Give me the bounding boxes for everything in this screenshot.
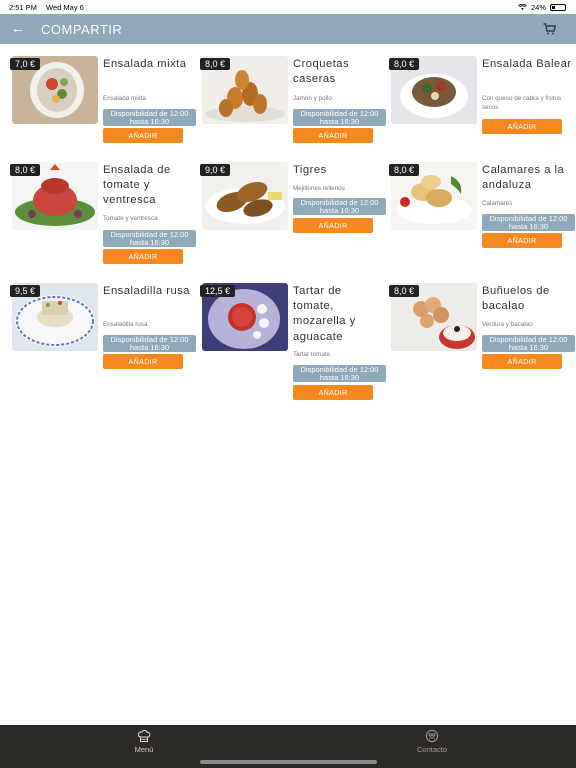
app-header: ← COMPARTIR — [0, 14, 576, 44]
product-description: Calamares — [482, 200, 513, 207]
price-badge: 8,0 € — [200, 58, 231, 70]
add-button[interactable]: AÑADIR — [482, 233, 562, 248]
price-badge: 8,0 € — [389, 164, 420, 176]
status-bar: 2:51 PM Wed May 6 24% — [0, 0, 576, 14]
tab-menu[interactable]: Menú — [104, 729, 184, 754]
add-button[interactable]: AÑADIR — [103, 249, 183, 264]
product-description: Verdura y bacalao — [482, 321, 533, 328]
wifi-icon — [518, 4, 527, 11]
product-description: Mejillones rellenos — [293, 185, 345, 192]
product-description: Tomate y ventresca — [103, 215, 158, 222]
add-button[interactable]: AÑADIR — [482, 119, 562, 134]
status-date: Wed May 6 — [46, 3, 84, 12]
add-button[interactable]: AÑADIR — [103, 128, 183, 143]
status-time: 2:51 PM — [9, 3, 37, 12]
page-title: COMPARTIR — [41, 22, 123, 37]
product-description: Ensalada mixta — [103, 95, 147, 102]
price-badge: 9,5 € — [10, 285, 41, 297]
availability-badge: Disponibilidad de 12:00 hasta 16:30 — [293, 198, 386, 215]
tab-menu-label: Menú — [134, 745, 154, 754]
product-description: Tartar tomate — [293, 351, 331, 358]
availability-badge: Disponibilidad de 12:00 hasta 16:30 — [482, 335, 575, 352]
cart-icon[interactable] — [543, 23, 556, 35]
price-badge: 12,5 € — [200, 285, 236, 297]
availability-badge: Disponibilidad de 12:00 hasta 16:30 — [103, 109, 196, 126]
product-name: Ensalada Balear — [482, 58, 572, 70]
battery-percent: 24% — [530, 3, 546, 12]
price-badge: 8,0 € — [389, 285, 420, 297]
availability-badge: Disponibilidad de 12:00 hasta 16:30 — [293, 365, 386, 382]
price-badge: 9,0 € — [200, 164, 231, 176]
product-name: Tartar de tomate, mozarella y aguacate — [293, 285, 356, 343]
product-name: Ensaladilla rusa — [103, 285, 190, 297]
price-badge: 7,0 € — [10, 58, 41, 70]
availability-badge: Disponibilidad de 12:00 hasta 16:30 — [103, 230, 196, 247]
product-name: Ensalada mixta — [103, 58, 187, 70]
home-indicator — [200, 760, 377, 764]
tab-contact-label: Contacto — [416, 745, 448, 754]
battery-icon — [550, 4, 566, 11]
price-badge: 8,0 € — [10, 164, 41, 176]
availability-badge: Disponibilidad de 12:00 hasta 16:30 — [482, 214, 575, 231]
product-description: Jamón y pollo — [293, 95, 332, 102]
add-button[interactable]: AÑADIR — [482, 354, 562, 369]
tab-contact[interactable]: Contacto — [392, 729, 472, 754]
product-description: Con queso de cabra y frutos secos — [482, 95, 562, 111]
product-name: Calamares a la andaluza — [482, 164, 565, 192]
availability-badge: Disponibilidad de 12:00 hasta 16:30 — [293, 109, 386, 126]
price-badge: 8,0 € — [389, 58, 420, 70]
product-name: Ensalada de tomate y ventresca — [103, 164, 171, 207]
chef-hat-icon — [137, 729, 151, 742]
product-name: Tigres — [293, 164, 327, 176]
add-button[interactable]: AÑADIR — [293, 218, 373, 233]
contact-icon — [425, 729, 439, 743]
back-arrow-icon[interactable]: ← — [10, 20, 26, 38]
add-button[interactable]: AÑADIR — [293, 385, 373, 400]
add-button[interactable]: AÑADIR — [293, 128, 373, 143]
add-button[interactable]: AÑADIR — [103, 354, 183, 369]
availability-badge: Disponibilidad de 12:00 hasta 16:30 — [103, 335, 196, 352]
product-name: Buñuelos de bacalao — [482, 285, 550, 313]
product-name: Croquetas caseras — [293, 58, 350, 86]
product-description: Ensaladilla rusa — [103, 321, 148, 328]
